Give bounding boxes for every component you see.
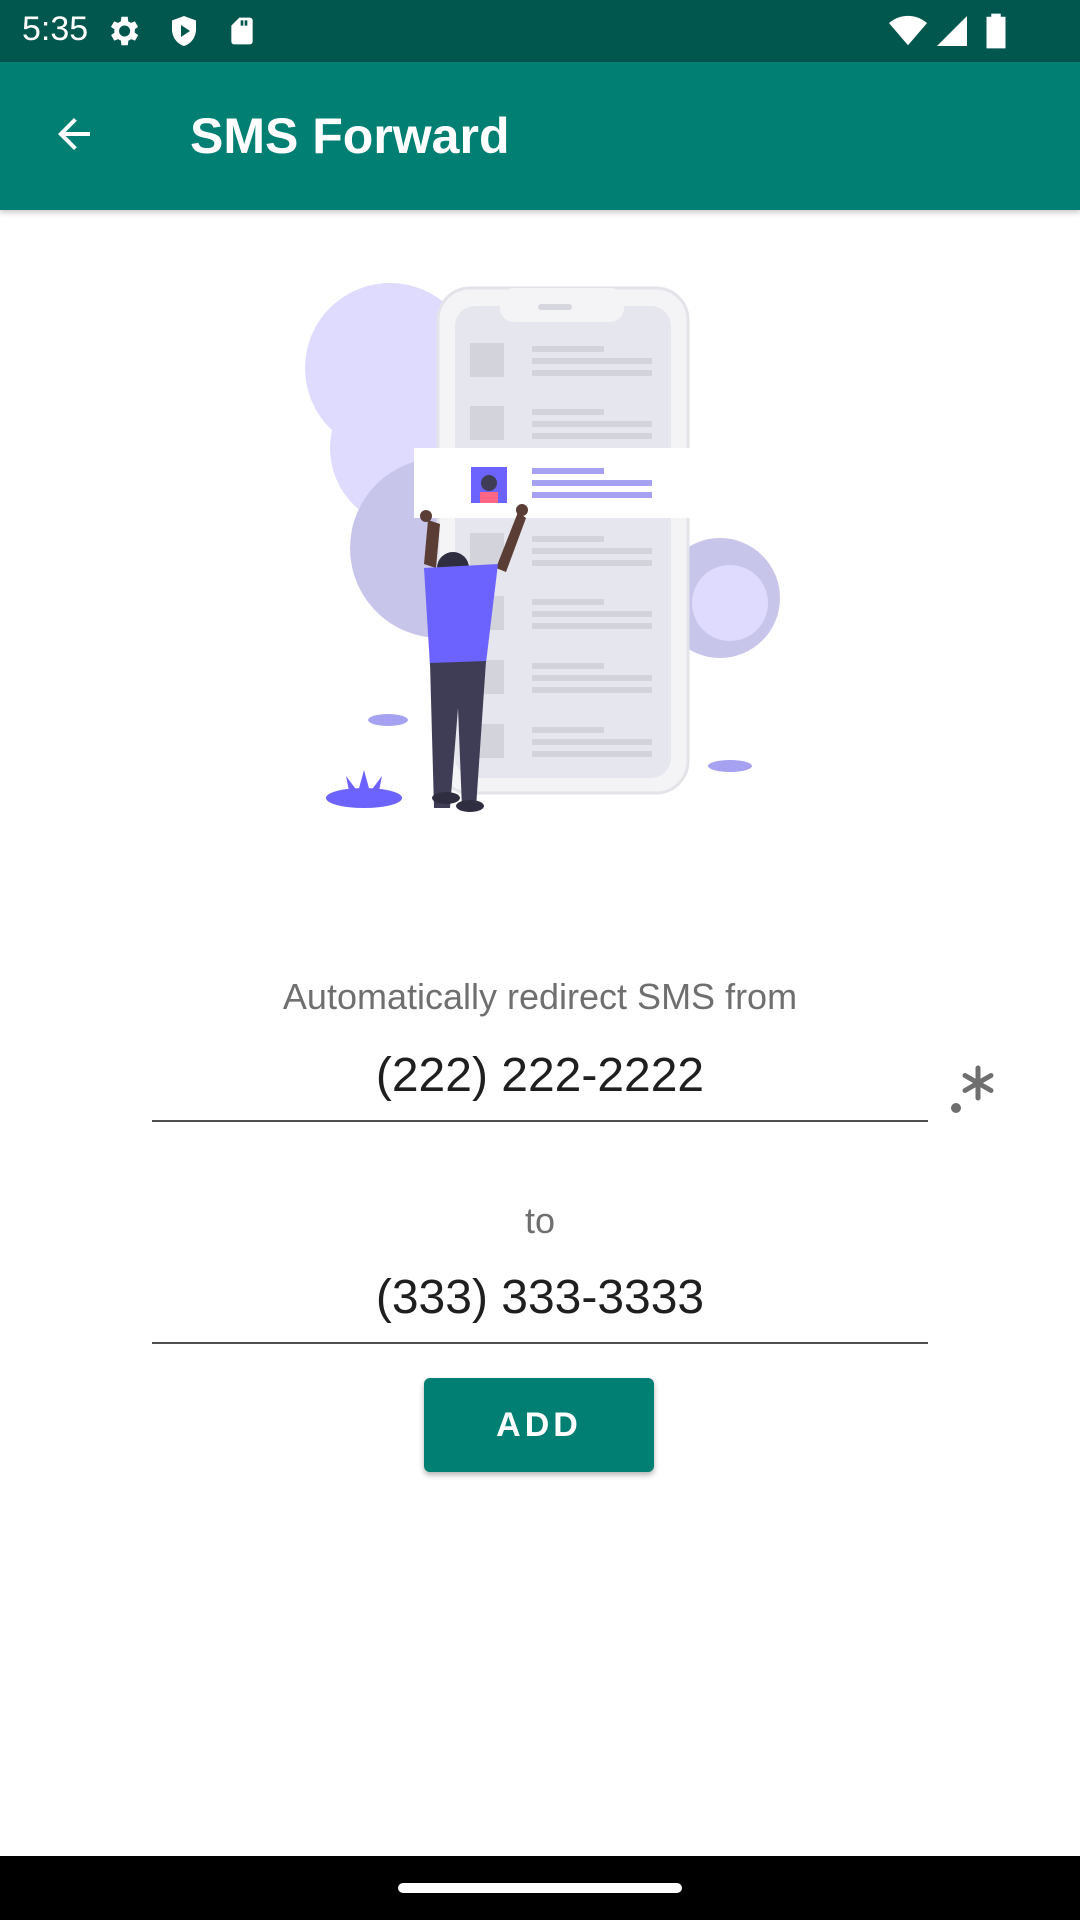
to-label: to bbox=[524, 1200, 556, 1241]
signal-icon bbox=[934, 12, 970, 55]
home-gesture-handle[interactable] bbox=[398, 1883, 682, 1893]
shield-icon bbox=[166, 12, 202, 55]
regex-icon bbox=[944, 1065, 1006, 1124]
settings-icon bbox=[104, 12, 142, 55]
add-button[interactable]: ADD bbox=[424, 1378, 654, 1472]
status-time: 5:35 bbox=[22, 10, 89, 48]
regex-button[interactable] bbox=[944, 1058, 1006, 1120]
wifi-icon bbox=[888, 12, 928, 55]
battery-icon bbox=[984, 12, 1008, 55]
app-bar: SMS Forward bbox=[0, 62, 1080, 210]
status-bar: 5:35 bbox=[0, 0, 1080, 62]
back-button[interactable] bbox=[36, 98, 112, 174]
to-number-field[interactable]: (333) 333-3333 bbox=[152, 1270, 928, 1344]
from-number-field[interactable]: (222) 222-2222 bbox=[152, 1048, 928, 1122]
illustration bbox=[300, 268, 800, 828]
sd-card-icon bbox=[226, 12, 258, 55]
app-title: SMS Forward bbox=[190, 108, 510, 164]
arrow-back-icon bbox=[50, 110, 98, 163]
from-label: Automatically redirect SMS from bbox=[282, 976, 798, 1017]
